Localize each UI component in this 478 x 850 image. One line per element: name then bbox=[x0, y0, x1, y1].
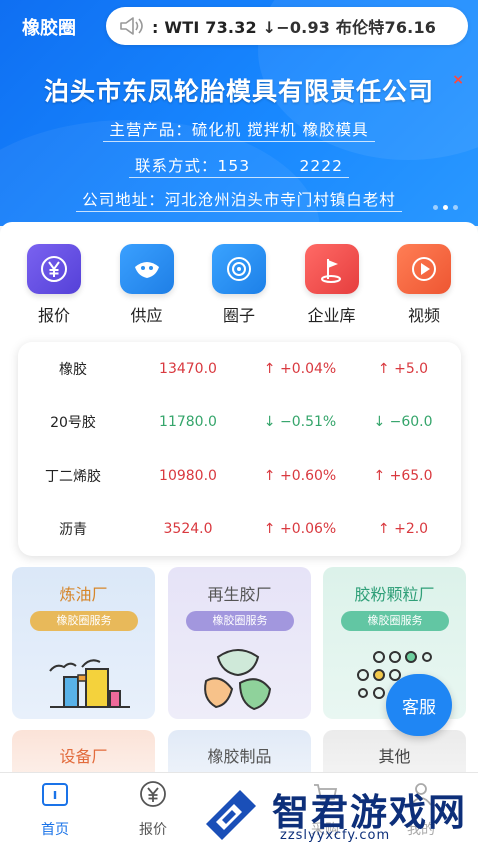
yen-icon bbox=[27, 244, 81, 294]
table-row[interactable]: 沥青 3524.0 ↑ +0.06% ↑ +2.0 bbox=[18, 514, 461, 544]
table-row[interactable]: 20号胶 11780.0 ↓ −0.51% ↓ −60.0 bbox=[18, 407, 461, 437]
service-title: 胶粉颗粒厂 bbox=[354, 585, 435, 604]
commodity-price: 3524.0 bbox=[163, 521, 213, 537]
quick-nav-label: 供应 bbox=[130, 306, 163, 325]
leaves-illustration bbox=[168, 641, 311, 719]
commodity-name: 丁二烯胶 bbox=[45, 469, 101, 485]
handshake-icon bbox=[119, 244, 174, 294]
speaker-icon bbox=[118, 15, 146, 37]
news-ticker[interactable]: : WTI 73.32 ↓−0.93 布伦特76.16 bbox=[106, 7, 468, 45]
commodity-change: ↑ +2.0 bbox=[377, 521, 429, 537]
service-title: 再生胶厂 bbox=[207, 585, 272, 604]
ad-address: 公司地址：河北沧州泊头市寺门村镇白老村 bbox=[0, 188, 478, 212]
quick-nav-quotes[interactable]: 报价 bbox=[14, 244, 94, 326]
factory-illustration bbox=[12, 641, 155, 719]
commodity-name: 20号胶 bbox=[50, 415, 96, 431]
commodity-percent: ↑ +0.06% bbox=[263, 521, 337, 537]
ticker-text: : WTI 73.32 ↓−0.93 布伦特76.16 bbox=[152, 18, 437, 37]
commodity-change: ↑ +5.0 bbox=[377, 361, 429, 377]
watermark-url: zzslyyxcfy.com bbox=[280, 828, 391, 843]
quick-nav-label: 视频 bbox=[407, 306, 440, 325]
tab-label: 报价 bbox=[139, 822, 167, 838]
app-title: 橡胶圈 bbox=[22, 18, 76, 39]
commodity-price: 13470.0 bbox=[159, 361, 217, 377]
ad-contact: 联系方式：153 2222 bbox=[0, 154, 478, 178]
service-tag: 橡胶圈服务 bbox=[186, 611, 294, 631]
carousel-dot[interactable] bbox=[433, 205, 438, 210]
quick-nav-enterprise[interactable]: 企业库 bbox=[292, 244, 372, 326]
commodity-percent: ↓ −0.51% bbox=[263, 414, 337, 430]
play-icon bbox=[397, 244, 451, 294]
ad-company-name: 泊头市东凤轮胎模具有限责任公司 bbox=[43, 77, 434, 106]
circle-target-icon bbox=[212, 244, 266, 294]
service-card-reclaimed-rubber[interactable]: 再生胶厂 橡胶圈服务 bbox=[168, 567, 311, 719]
ad-products-text: 主营产品：硫化机 搅拌机 橡胶模具 bbox=[103, 121, 375, 142]
service-title: 其他 bbox=[378, 747, 411, 766]
quick-nav-video[interactable]: 视频 bbox=[384, 244, 464, 326]
carousel-dot-active[interactable] bbox=[443, 205, 448, 210]
quick-nav-supply[interactable]: 供应 bbox=[107, 244, 187, 326]
watermark-logo-icon bbox=[200, 784, 262, 846]
tab-label: 首页 bbox=[41, 822, 69, 838]
customer-service-button[interactable]: 客服 bbox=[386, 674, 452, 736]
yen-circle-icon bbox=[138, 779, 168, 809]
carousel-dot[interactable] bbox=[453, 205, 458, 210]
close-icon[interactable]: × bbox=[452, 72, 464, 88]
table-row[interactable]: 丁二烯胶 10980.0 ↑ +0.60% ↑ +65.0 bbox=[18, 461, 461, 491]
quick-nav-label: 企业库 bbox=[307, 306, 356, 325]
commodity-change: ↓ −60.0 bbox=[373, 414, 433, 430]
ad-contact-text: 联系方式：153 2222 bbox=[128, 157, 350, 178]
flag-icon bbox=[304, 244, 359, 294]
carousel-dots bbox=[433, 205, 458, 210]
commodity-percent: ↑ +0.04% bbox=[263, 361, 337, 377]
service-title: 设备厂 bbox=[59, 747, 108, 766]
commodity-price: 10980.0 bbox=[159, 468, 217, 484]
quick-nav-label: 报价 bbox=[37, 306, 70, 325]
service-title: 橡胶制品 bbox=[207, 747, 272, 766]
commodity-name: 橡胶 bbox=[59, 362, 87, 378]
ad-products: 主营产品：硫化机 搅拌机 橡胶模具 bbox=[0, 118, 478, 142]
table-row[interactable]: 橡胶 13470.0 ↑ +0.04% ↑ +5.0 bbox=[18, 354, 461, 384]
tab-quotes[interactable]: 报价 bbox=[113, 779, 193, 839]
quick-nav-circle[interactable]: 圈子 bbox=[199, 244, 279, 326]
home-icon bbox=[40, 779, 70, 809]
commodity-change: ↑ +65.0 bbox=[373, 468, 433, 484]
commodity-percent: ↑ +0.60% bbox=[263, 468, 337, 484]
commodity-price: 11780.0 bbox=[159, 414, 217, 430]
tab-home[interactable]: 首页 bbox=[15, 779, 95, 839]
service-tag: 橡胶圈服务 bbox=[341, 611, 449, 631]
commodity-name: 沥青 bbox=[59, 522, 87, 538]
watermark: 智君游戏网 zzslyyxcfy.com bbox=[196, 778, 478, 850]
quick-nav: 报价 供应 圈子 企业库 视频 bbox=[14, 244, 464, 326]
quick-nav-label: 圈子 bbox=[222, 306, 255, 325]
service-card-refinery[interactable]: 炼油厂 橡胶圈服务 bbox=[12, 567, 155, 719]
price-table: 橡胶 13470.0 ↑ +0.04% ↑ +5.0 20号胶 11780.0 … bbox=[18, 342, 461, 556]
ad-address-text: 公司地址：河北沧州泊头市寺门村镇白老村 bbox=[76, 191, 402, 212]
service-tag: 橡胶圈服务 bbox=[30, 611, 138, 631]
service-title: 炼油厂 bbox=[59, 585, 108, 604]
ad-banner[interactable]: 橡胶圈 : WTI 73.32 ↓−0.93 布伦特76.16 泊头市东凤轮胎模… bbox=[0, 0, 478, 226]
